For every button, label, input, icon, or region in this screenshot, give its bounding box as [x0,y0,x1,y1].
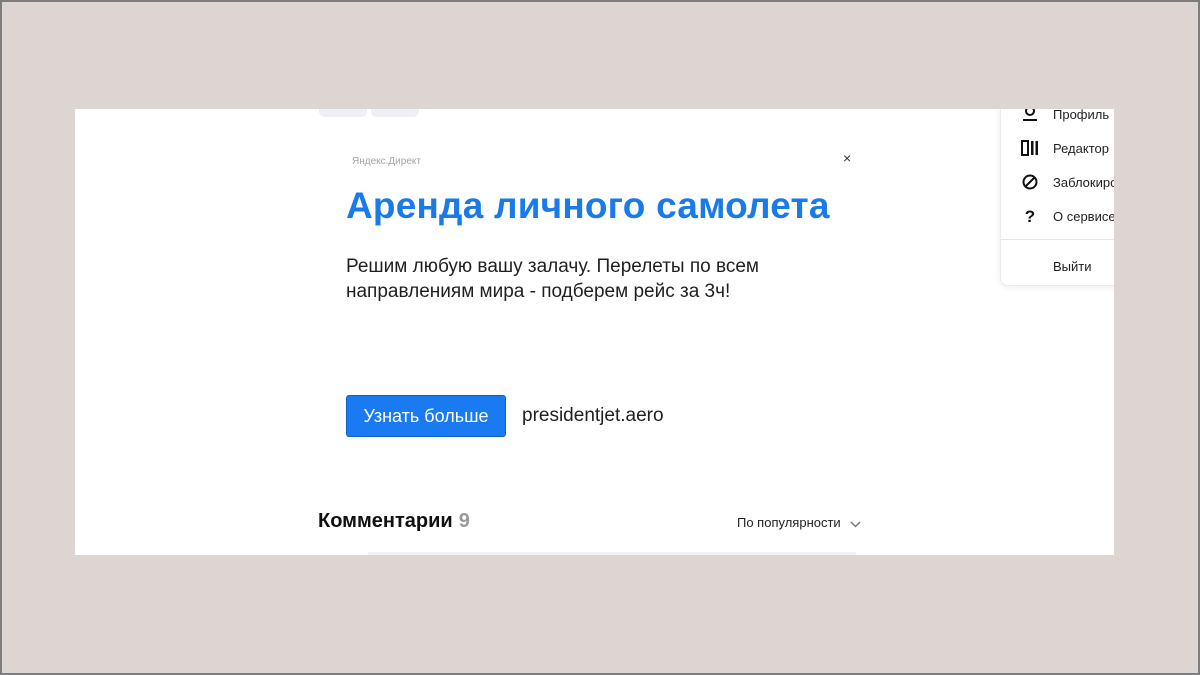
ad-domain-link[interactable]: presidentjet.aero [522,405,664,427]
ad-description: Решим любую вашу залачу. Перелеты по все… [346,256,759,302]
menu-item-label: Профиль [1053,109,1110,122]
block-icon [1021,173,1039,191]
menu-item-about[interactable]: ? О сервисе [1001,201,1114,229]
close-icon[interactable]: × [843,151,851,165]
menu-item-label: Редактор [1053,141,1109,156]
menu-item-label: О сервисе [1053,209,1114,224]
ad-title[interactable]: Аренда личного самолета [346,185,830,227]
chevron-down-icon [850,516,861,531]
menu-item-label: Выйти [1053,259,1092,274]
menu-divider [1001,239,1114,240]
menu-item-editor[interactable]: Редактор [1001,133,1114,161]
tab-stub[interactable] [319,109,367,117]
menu-item-logout[interactable]: Выйти [1001,251,1114,279]
tab-stub[interactable] [371,109,419,117]
comments-count: 9 [458,510,470,532]
comments-title: Комментарии [318,510,453,532]
comments-heading: Комментарии 9 [318,510,470,533]
menu-item-label: Заблокиро [1053,175,1114,190]
sort-dropdown[interactable]: По популярности [737,515,861,531]
ad-source-label: Яндекс.Директ [352,156,421,167]
page-viewport: Яндекс.Директ × Аренда личного самолета … [75,109,1114,555]
sort-label: По популярности [737,515,841,530]
comments-divider [368,552,856,555]
user-menu: Профиль Редактор Заблокиро ? О сервисе В… [1000,109,1114,286]
profile-icon [1021,109,1039,123]
menu-item-blocked[interactable]: Заблокиро [1001,167,1114,195]
question-icon: ? [1024,206,1036,226]
editor-icon [1021,139,1039,157]
menu-item-profile[interactable]: Профиль [1001,109,1114,127]
learn-more-button[interactable]: Узнать больше [346,395,506,437]
